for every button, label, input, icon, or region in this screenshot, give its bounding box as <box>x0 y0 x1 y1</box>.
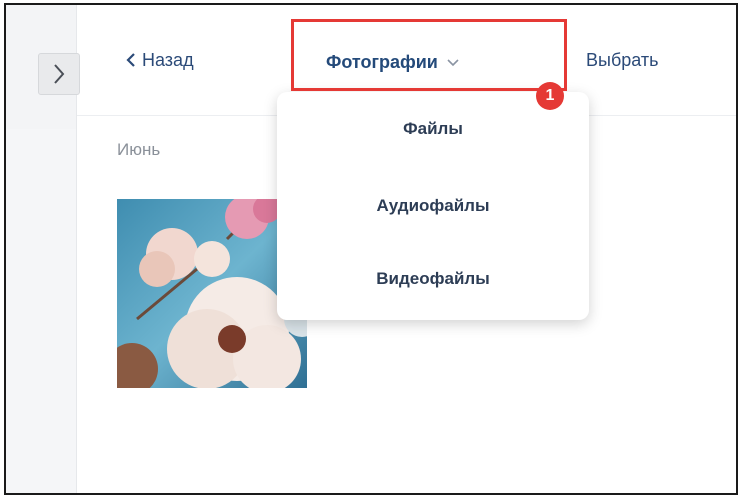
expand-sidebar-button[interactable] <box>38 53 80 95</box>
select-button[interactable]: Выбрать <box>586 46 659 74</box>
back-button[interactable]: Назад <box>126 46 194 74</box>
select-label: Выбрать <box>586 49 659 70</box>
chevron-right-icon <box>54 64 65 84</box>
menu-item-audio[interactable]: Аудиофайлы <box>277 186 589 226</box>
chevron-left-icon <box>126 53 135 67</box>
album-type-label: Фотографии <box>326 51 438 72</box>
menu-item-files[interactable]: Файлы <box>277 109 589 149</box>
album-type-dropdown[interactable]: Фотографии <box>326 48 460 76</box>
menu-item-video[interactable]: Видеофайлы <box>277 259 589 299</box>
chevron-down-icon <box>447 59 459 67</box>
step-badge: 1 <box>536 82 564 110</box>
album-type-menu: Файлы Аудиофайлы Видеофайлы <box>277 92 589 320</box>
back-label: Назад <box>142 49 194 70</box>
month-section-label: Июнь <box>117 140 161 159</box>
